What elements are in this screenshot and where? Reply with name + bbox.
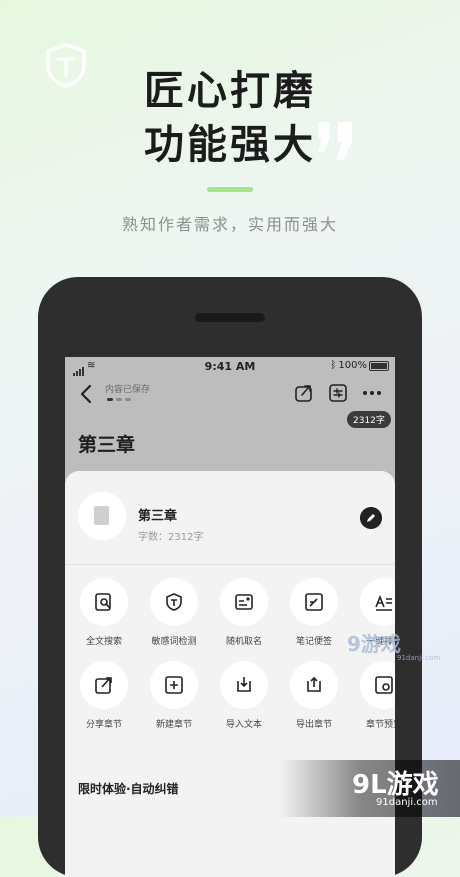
bluetooth-icon: ᛒ [330, 360, 337, 371]
search-doc-icon [95, 593, 111, 611]
watermark-bottom: 9L游戏 [352, 770, 439, 800]
new-chapter-icon [165, 676, 183, 694]
tool-label: 导入文本 [225, 720, 262, 730]
tool-chapter-preview[interactable]: 章节预览 [351, 661, 395, 730]
save-status: 内容已保存 [105, 385, 151, 395]
watermark-bottom-url: 91danji.com [376, 797, 438, 808]
tool-label: 章节预览 [365, 720, 395, 730]
shield-t-icon [166, 593, 182, 611]
tool-label: 全文搜索 [85, 637, 122, 647]
page-indicator [107, 398, 131, 401]
battery-icon [369, 360, 389, 371]
watermark-mid-url: 91danji.com [397, 654, 441, 662]
format-icon [375, 594, 392, 611]
word-count-badge: 2312字 [347, 411, 391, 428]
back-arrow-icon[interactable] [79, 384, 93, 404]
sheet-doc-word-count: 字数：2312字 [138, 532, 204, 543]
document-icon [78, 492, 126, 540]
tool-label: 导出章节 [295, 720, 332, 730]
tool-label: 分享章节 [85, 720, 122, 730]
more-icon[interactable] [362, 383, 382, 403]
edit-icon[interactable] [360, 507, 382, 529]
headline-line-2: 功能强大 [144, 122, 316, 168]
note-edit-icon [305, 593, 323, 611]
autocorrect-section-title[interactable]: 限时体验·自动纠错 [78, 780, 179, 797]
share-icon [95, 677, 112, 694]
tool-new-chapter[interactable]: 新建章节 [141, 661, 207, 730]
chapter-title[interactable]: 第三章 [78, 430, 135, 457]
tool-fulltext-search[interactable]: 全文搜索 [71, 578, 137, 647]
share-icon[interactable] [294, 383, 314, 403]
tool-label: 笔记便签 [295, 637, 332, 647]
tool-notes[interactable]: 笔记便签 [281, 578, 347, 647]
divider [65, 564, 395, 565]
preview-icon [375, 676, 393, 694]
import-icon [237, 677, 251, 692]
battery-percent: 100% [338, 360, 367, 371]
tagline: 熟知作者需求，实用而强大 [121, 215, 338, 234]
sheet-doc-name: 第三章 [138, 509, 178, 524]
export-icon [307, 676, 321, 692]
status-bar: ≋ 9:41 AM ᛒ 100% [65, 357, 395, 377]
battery-status: ᛒ 100% [330, 360, 389, 371]
tool-share-chapter[interactable]: 分享章节 [71, 661, 137, 730]
settings-sliders-icon[interactable] [328, 383, 348, 403]
name-card-icon [235, 594, 253, 610]
tool-label: 随机取名 [225, 637, 262, 647]
quote-mark-icon [318, 122, 352, 160]
tool-random-name[interactable]: 随机取名 [211, 578, 277, 647]
phone-speaker [195, 313, 265, 322]
tool-export-chapter[interactable]: 导出章节 [281, 661, 347, 730]
tool-label: 新建章节 [155, 720, 192, 730]
tool-label: 敏感词检测 [151, 637, 197, 647]
headline-line-1: 匠心打磨 [144, 68, 316, 114]
accent-bar [207, 187, 253, 192]
tool-sensitive-words[interactable]: 敏感词检测 [141, 578, 207, 647]
tool-import-text[interactable]: 导入文本 [211, 661, 277, 730]
watermark-mid: 9游戏 [347, 632, 401, 656]
